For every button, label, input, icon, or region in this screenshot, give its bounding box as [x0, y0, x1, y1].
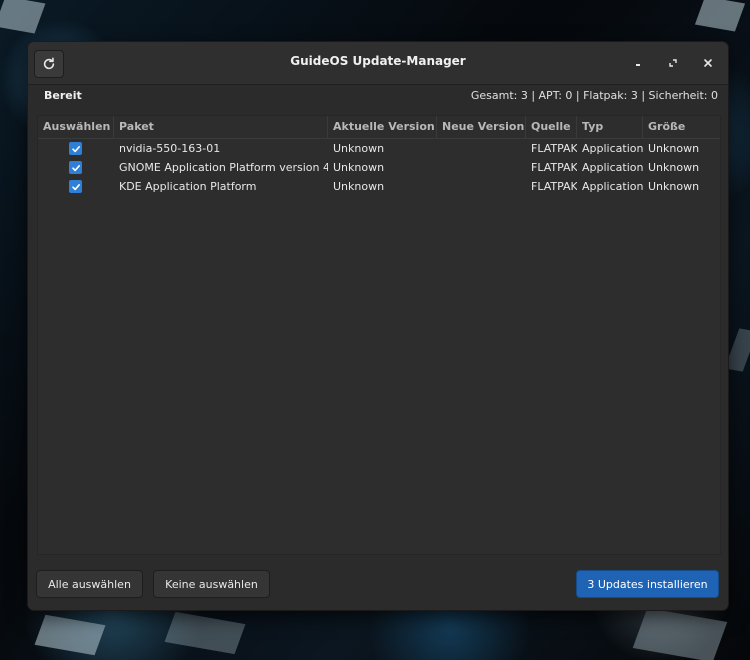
update-manager-window: GuideOS Update-Manager Bereit Gesamt: 3 … [28, 42, 728, 610]
updates-table[interactable]: Auswählen Paket Aktuelle Version Neue Ve… [37, 115, 721, 555]
cell-groesse: Unknown [648, 180, 700, 193]
cell-aktuelle-version: Unknown [333, 161, 385, 174]
cell-aktuelle-version: Unknown [333, 180, 385, 193]
update-summary: Gesamt: 3 | APT: 0 | Flatpak: 3 | Sicher… [470, 89, 718, 102]
cell-quelle: FLATPAK [531, 180, 577, 193]
background-tile [632, 607, 728, 660]
cell-quelle: FLATPAK [531, 142, 577, 155]
cell-neue-version [437, 158, 526, 177]
column-header-neue-version[interactable]: Neue Version [437, 116, 526, 138]
row-checkbox[interactable] [69, 180, 82, 193]
table-row[interactable]: GNOME Application Platform version 49 Un… [38, 158, 720, 177]
column-header-groesse[interactable]: Größe [643, 116, 720, 138]
close-icon [704, 59, 712, 67]
select-all-button[interactable]: Alle auswählen [36, 570, 143, 598]
status-label: Bereit [44, 89, 82, 102]
cell-quelle: FLATPAK [531, 161, 577, 174]
column-header-quelle[interactable]: Quelle [526, 116, 577, 138]
column-header-typ[interactable]: Typ [577, 116, 643, 138]
cell-paket: nvidia-550-163-01 [119, 142, 221, 155]
select-none-button[interactable]: Keine auswählen [153, 570, 270, 598]
minimize-icon [636, 64, 640, 66]
column-header-paket[interactable]: Paket [114, 116, 328, 138]
close-button[interactable] [696, 52, 720, 74]
cell-typ: Application [582, 142, 643, 155]
status-bar: Bereit Gesamt: 3 | APT: 0 | Flatpak: 3 |… [28, 85, 728, 107]
row-checkbox[interactable] [69, 142, 82, 155]
check-icon [71, 145, 80, 152]
cell-neue-version [437, 139, 526, 158]
background-tile [724, 328, 750, 372]
cell-paket: KDE Application Platform [119, 180, 257, 193]
cell-aktuelle-version: Unknown [333, 142, 385, 155]
table-header: Auswählen Paket Aktuelle Version Neue Ve… [38, 116, 720, 139]
cell-paket: GNOME Application Platform version 49 [119, 161, 328, 174]
window-title: GuideOS Update-Manager [290, 54, 466, 68]
table-row[interactable]: KDE Application Platform Unknown FLATPAK… [38, 177, 720, 196]
table-row[interactable]: nvidia-550-163-01 Unknown FLATPAK Applic… [38, 139, 720, 158]
maximize-icon [669, 59, 677, 67]
maximize-button[interactable] [661, 52, 685, 74]
check-icon [71, 183, 80, 190]
row-checkbox[interactable] [69, 161, 82, 174]
background-tile [0, 0, 46, 34]
title-bar: GuideOS Update-Manager [28, 42, 728, 85]
cell-neue-version [437, 177, 526, 196]
cell-groesse: Unknown [648, 161, 700, 174]
background-tile [694, 0, 746, 32]
cell-typ: Application [582, 180, 643, 193]
check-icon [71, 164, 80, 171]
background-tile [34, 614, 106, 656]
install-updates-button[interactable]: 3 Updates installieren [576, 570, 719, 598]
cell-typ: Application [582, 161, 643, 174]
cell-groesse: Unknown [648, 142, 700, 155]
minimize-button[interactable] [626, 52, 650, 74]
column-header-aktuelle-version[interactable]: Aktuelle Version [328, 116, 437, 138]
column-header-auswaehlen[interactable]: Auswählen [38, 116, 114, 138]
background-tile [164, 611, 246, 655]
